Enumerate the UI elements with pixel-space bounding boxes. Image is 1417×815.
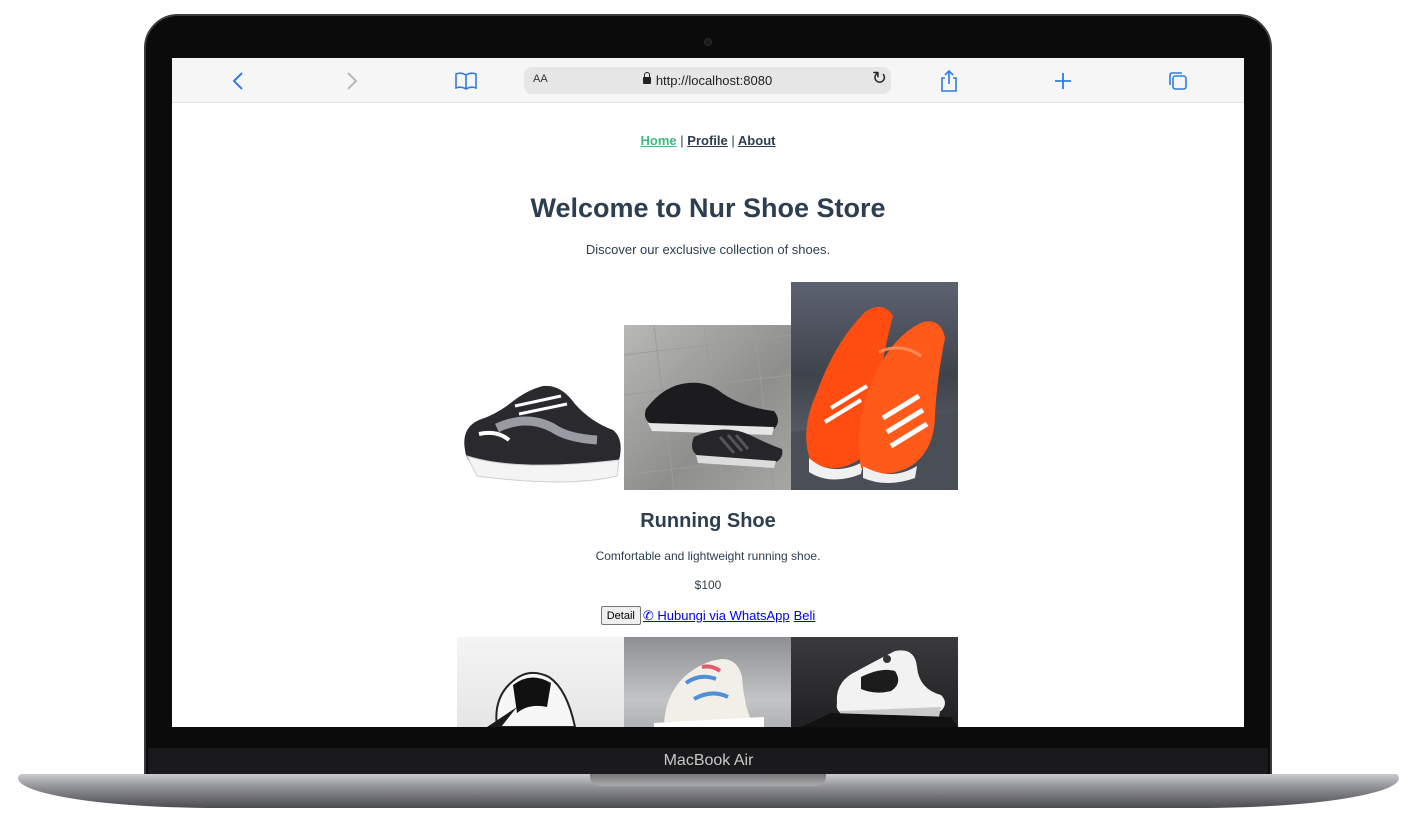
laptop-hinge-notch bbox=[590, 774, 826, 786]
share-icon[interactable] bbox=[936, 68, 962, 94]
bookmarks-icon[interactable] bbox=[453, 68, 479, 94]
product-name: Running Shoe bbox=[640, 510, 776, 532]
browser-screen: AA http://localhost:8080 ↻ Home | Profil… bbox=[172, 58, 1244, 727]
url-text: http://localhost:8080 bbox=[655, 73, 773, 88]
shoe-image-orange-runner[interactable] bbox=[791, 282, 958, 490]
shoe-image-white-basketball[interactable] bbox=[457, 637, 624, 727]
web-page: Home | Profile | About Welcome to Nur Sh… bbox=[172, 104, 1244, 727]
url-display[interactable]: http://localhost:8080 bbox=[524, 72, 891, 88]
nav-profile-link[interactable]: Profile bbox=[687, 133, 727, 148]
page-title: Welcome to Nur Shoe Store bbox=[530, 193, 886, 223]
nav-about-link[interactable]: About bbox=[738, 133, 776, 148]
product-actions: Detail ✆ Hubungi via WhatsApp Beli bbox=[172, 606, 1244, 625]
forward-icon[interactable] bbox=[339, 68, 365, 94]
shoe-image-black-white[interactable] bbox=[457, 310, 624, 490]
back-icon[interactable] bbox=[225, 68, 251, 94]
shoe-image-colorful-highcut[interactable] bbox=[624, 637, 791, 727]
product-image-gallery-2 bbox=[457, 637, 959, 727]
product-description: Comfortable and lightweight running shoe… bbox=[595, 549, 821, 563]
buy-link[interactable]: Beli bbox=[794, 608, 816, 623]
nav-separator: | bbox=[680, 133, 684, 148]
reload-icon[interactable]: ↻ bbox=[872, 68, 887, 89]
top-nav: Home | Profile | About bbox=[172, 133, 1244, 148]
whatsapp-icon: ✆ bbox=[642, 607, 654, 623]
browser-toolbar: AA http://localhost:8080 ↻ bbox=[172, 58, 1244, 103]
laptop-foot bbox=[472, 795, 482, 798]
whatsapp-link[interactable]: ✆ Hubungi via WhatsApp bbox=[643, 608, 790, 624]
address-bar[interactable]: AA http://localhost:8080 ↻ bbox=[524, 67, 891, 94]
tabs-overview-icon[interactable] bbox=[1165, 68, 1191, 94]
laptop-foot bbox=[934, 795, 944, 798]
product-price: $100 bbox=[694, 578, 722, 592]
device-mockup: AA http://localhost:8080 ↻ Home | Profil… bbox=[0, 0, 1417, 815]
nav-separator: | bbox=[731, 133, 735, 148]
product-image-gallery bbox=[457, 282, 959, 490]
page-subtitle: Discover our exclusive collection of sho… bbox=[585, 242, 831, 257]
new-tab-icon[interactable] bbox=[1050, 68, 1076, 94]
lock-icon bbox=[642, 72, 651, 84]
nav-home-link[interactable]: Home bbox=[641, 133, 677, 148]
whatsapp-link-text: Hubungi via WhatsApp bbox=[657, 607, 790, 623]
detail-button[interactable]: Detail bbox=[600, 606, 641, 625]
device-model-label: MacBook Air bbox=[663, 752, 754, 769]
shoe-image-white-dark-sneaker[interactable] bbox=[791, 637, 958, 727]
shoe-image-black-knit[interactable] bbox=[624, 325, 791, 490]
camera-icon bbox=[704, 38, 712, 46]
